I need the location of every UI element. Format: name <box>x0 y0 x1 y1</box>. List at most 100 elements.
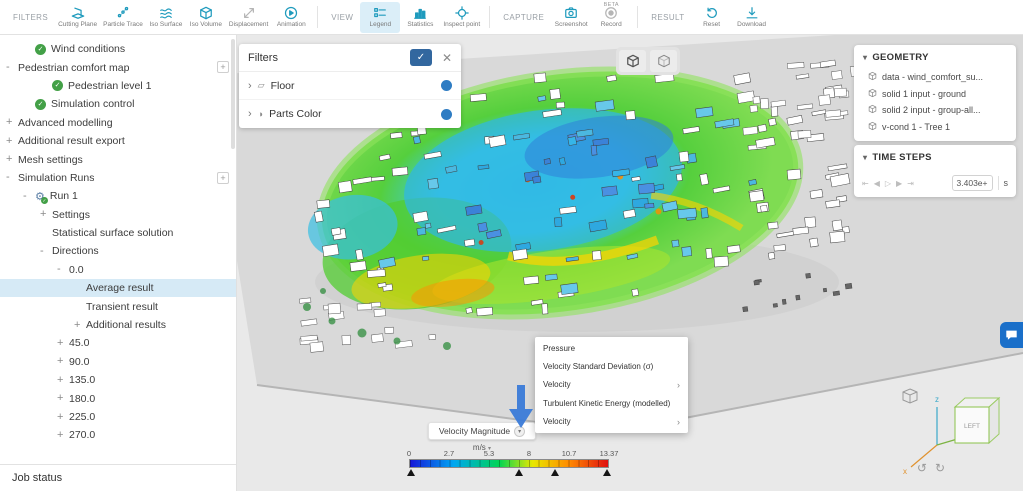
toolbar-button-download[interactable]: Download <box>732 2 772 33</box>
tree-item-advanced-modelling[interactable]: +Advanced modelling <box>0 114 236 132</box>
toolbar-button-screenshot[interactable]: Screenshot <box>551 2 591 33</box>
toolbar-button-iso-surface[interactable]: Iso Surface <box>146 2 186 33</box>
tree-item-180-0[interactable]: +180.0 <box>0 389 236 407</box>
collapse-toggle-icon[interactable]: - <box>6 62 18 73</box>
step-back-button[interactable]: ◀ <box>874 179 880 188</box>
jump-last-button[interactable]: ⇥ <box>907 179 914 188</box>
expand-toggle-icon[interactable]: + <box>57 356 69 367</box>
tree-item-90-0[interactable]: +90.0 <box>0 353 236 371</box>
geometry-item-solid-1-input-ground[interactable]: solid 1 input - ground <box>854 86 1016 103</box>
expand-toggle-icon[interactable]: + <box>6 154 18 165</box>
toolbar-button-legend[interactable]: Legend <box>360 2 400 33</box>
tree-item-directions[interactable]: -Directions <box>0 242 236 260</box>
tree-item-0-0[interactable]: -0.0 <box>0 261 236 279</box>
toolbar-button-animation[interactable]: Animation <box>271 2 311 33</box>
expand-toggle-icon[interactable]: + <box>6 136 18 147</box>
legend-color-bar[interactable] <box>409 459 609 468</box>
tree-item-additional-results[interactable]: +Additional results <box>0 316 236 334</box>
expand-toggle-icon[interactable]: + <box>6 117 18 128</box>
play-button[interactable]: ▷ <box>885 179 891 188</box>
expand-toggle-icon[interactable]: + <box>40 209 52 220</box>
expand-toggle-icon[interactable]: + <box>57 375 69 386</box>
tree-item-label: Pedestrian comfort map <box>18 62 129 74</box>
expand-toggle-icon[interactable]: + <box>57 393 69 404</box>
tree-item-simulation-runs[interactable]: -Simulation Runs+ <box>0 169 236 187</box>
menu-item-velocity-standard-deviation[interactable]: Velocity Standard Deviation (σ) <box>535 357 688 375</box>
tree-item-average-result[interactable]: Average result <box>0 279 236 297</box>
tree-item-additional-result-export[interactable]: +Additional result export <box>0 132 236 150</box>
tree-item-run-1[interactable]: -⚙✓Run 1 <box>0 187 236 205</box>
tree-item-mesh-settings[interactable]: +Mesh settings <box>0 150 236 168</box>
visibility-toggle[interactable] <box>441 80 452 91</box>
tree-item-transient-result[interactable]: Transient result <box>0 297 236 315</box>
collapse-toggle-icon[interactable]: - <box>6 172 18 183</box>
toolbar-button-particle-trace[interactable]: Particle Trace <box>100 2 146 33</box>
geometry-panel-header[interactable]: ▾ GEOMETRY <box>854 45 1016 69</box>
tree-item-225-0[interactable]: +225.0 <box>0 408 236 426</box>
tree-item-settings[interactable]: +Settings <box>0 206 236 224</box>
menu-item-pressure[interactable]: Pressure <box>535 339 688 357</box>
jump-first-button[interactable]: ⇤ <box>862 179 869 188</box>
legend-marker[interactable] <box>551 469 559 476</box>
time-step-value-input[interactable]: 3.403e+ <box>952 175 993 191</box>
collapse-toggle-icon[interactable]: - <box>57 264 69 275</box>
toolbar-button-inspect-point[interactable]: Inspect point <box>440 2 483 33</box>
step-forward-button[interactable]: ▶ <box>896 179 902 188</box>
time-steps-panel-header[interactable]: ▾ TIME STEPS <box>854 145 1016 169</box>
tree-item-pedestrian-comfort-map[interactable]: -Pedestrian comfort map + <box>0 58 236 76</box>
tree-item-270-0[interactable]: +270.0 <box>0 426 236 444</box>
rotate-cw-button[interactable]: ↻ <box>935 461 945 475</box>
unit-selector[interactable]: m/s ▾ <box>428 443 536 452</box>
tree-item-label: Directions <box>52 245 99 257</box>
view-cube-widget[interactable]: z x y LEFT <box>897 385 1009 477</box>
menu-item-label: Velocity <box>543 380 571 389</box>
filter-row-parts-color[interactable]: ›◑Parts Color <box>239 100 461 128</box>
chevron-right-icon[interactable]: › <box>248 108 252 120</box>
simulation-tree-panel: ✓Wind conditions-Pedestrian comfort map+… <box>0 35 237 491</box>
expand-toggle-icon[interactable]: + <box>57 338 69 349</box>
menu-item-velocity[interactable]: Velocity› <box>535 376 688 394</box>
visibility-toggle[interactable] <box>441 109 452 120</box>
toolbar-button-displacement[interactable]: Displacement <box>226 2 271 33</box>
tree-item-45-0[interactable]: +45.0 <box>0 334 236 352</box>
job-status-bar[interactable]: Job status <box>0 464 236 491</box>
add-child-button[interactable]: + <box>217 61 229 73</box>
legend-marker[interactable] <box>515 469 523 476</box>
expand-toggle-icon[interactable]: + <box>57 412 69 423</box>
toolbar-button-record[interactable]: BETARecord <box>591 2 631 33</box>
menu-item-velocity[interactable]: Velocity› <box>535 413 688 431</box>
tree-item-simulation-control[interactable]: ✓Simulation control <box>0 95 236 113</box>
legend-marker[interactable] <box>603 469 611 476</box>
color-legend: 02.75.3810.713.37 <box>409 449 609 476</box>
orientation-cube[interactable]: LEFT <box>955 398 999 443</box>
transparent-view-cube-button[interactable] <box>650 50 677 72</box>
chevron-right-icon[interactable]: › <box>248 80 252 92</box>
toolbar-button-statistics[interactable]: Statistics <box>400 2 440 33</box>
legend-marker[interactable] <box>407 469 415 476</box>
toolbar-button-cutting-plane[interactable]: Cutting Plane <box>55 2 100 33</box>
tree-item-statistical-surface-solution[interactable]: Statistical surface solution <box>0 224 236 242</box>
menu-item-turbulent-kinetic-energy-modelled[interactable]: Turbulent Kinetic Energy (modelled) <box>535 394 688 412</box>
support-chat-button[interactable] <box>1000 322 1023 348</box>
apply-filters-button[interactable]: ✓ <box>410 49 432 66</box>
toolbar-group-label-filters: FILTERS <box>13 13 48 22</box>
legend-tick-label: 0 <box>407 449 411 458</box>
rotate-ccw-button[interactable]: ↺ <box>917 461 927 475</box>
tree-item-pedestrian-level-1[interactable]: ✓Pedestrian level 1 <box>0 77 236 95</box>
geometry-item-data-wind-comfort-su[interactable]: data - wind_comfort_su... <box>854 69 1016 86</box>
expand-toggle-icon[interactable]: + <box>57 430 69 441</box>
toolbar-button-iso-volume[interactable]: Iso Volume <box>186 2 226 33</box>
geometry-item-solid-2-input-group-all[interactable]: solid 2 input - group-all... <box>854 102 1016 119</box>
add-child-button[interactable]: + <box>217 172 229 184</box>
inspect-point-icon <box>455 6 469 20</box>
tree-item-135-0[interactable]: +135.0 <box>0 371 236 389</box>
collapse-toggle-icon[interactable]: - <box>40 246 52 257</box>
close-icon[interactable]: ✕ <box>442 51 452 65</box>
expand-toggle-icon[interactable]: + <box>74 320 86 331</box>
tree-item-wind-conditions[interactable]: ✓Wind conditions <box>0 40 236 58</box>
solid-view-cube-button[interactable] <box>619 50 646 72</box>
filter-row-floor[interactable]: ›▱Floor <box>239 72 461 100</box>
geometry-item-v-cond-1-tree-1[interactable]: v-cond 1 - Tree 1 <box>854 119 1016 136</box>
collapse-toggle-icon[interactable]: - <box>23 191 35 202</box>
toolbar-button-reset[interactable]: Reset <box>692 2 732 33</box>
